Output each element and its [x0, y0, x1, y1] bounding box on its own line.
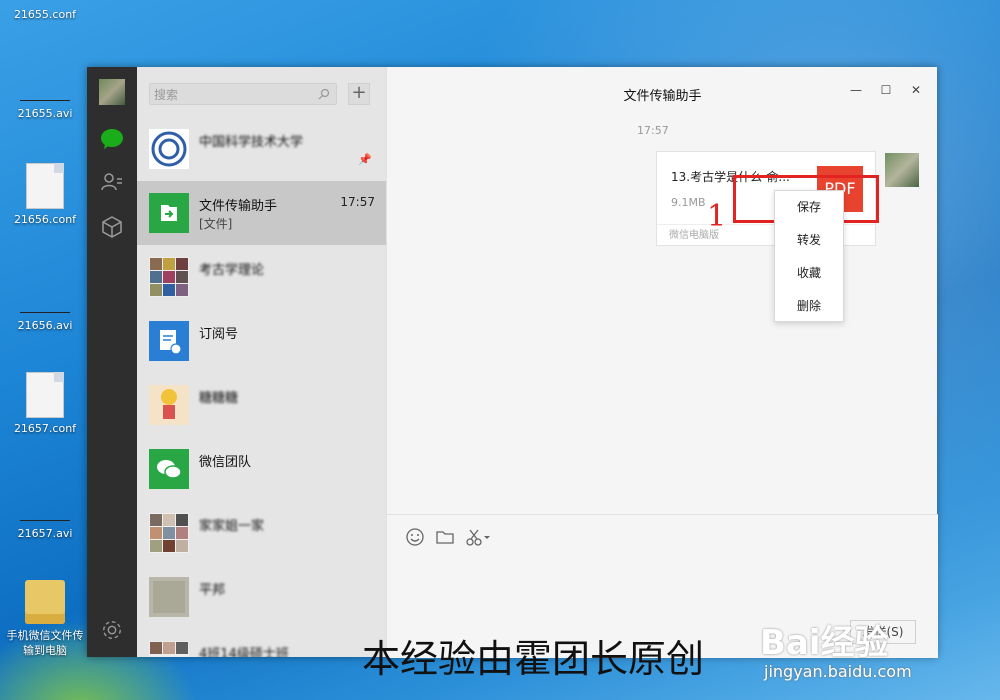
baidu-url: jingyan.baidu.com: [764, 662, 912, 681]
desktop-icon-wechat-folder[interactable]: 手机微信文件传输到电脑: [5, 580, 85, 658]
chat-item-ustc[interactable]: 中国科学技术大学 📌: [137, 117, 386, 181]
add-chat-button[interactable]: +: [348, 83, 370, 105]
chat-name: 家家姐一家: [199, 519, 265, 534]
chat-time: 17:57: [340, 195, 375, 209]
search-placeholder: 搜索: [154, 88, 179, 102]
chat-item-contact-8[interactable]: 平邦: [137, 565, 386, 629]
desktop-icon-21656-conf[interactable]: 21656.conf: [5, 163, 85, 226]
menu-item-forward[interactable]: 转发: [775, 224, 843, 257]
contact-avatar: [149, 577, 189, 617]
favorites-box-icon[interactable]: [100, 215, 124, 239]
wechat-window: 搜索 + 中国科学技术大学 📌 文件传输助手 [文件] 17:57 考古学理论 …: [87, 67, 938, 658]
group-avatar: [149, 641, 189, 657]
baidu-jingyan-logo: Bai经验 jingyan.baidu.com: [760, 615, 1000, 700]
desktop-icon-label: 21656.avi: [17, 319, 73, 332]
annotation-number: 1: [707, 199, 727, 234]
search-icon: [318, 88, 330, 100]
chat-name: 考古学理论: [199, 263, 265, 278]
contacts-icon[interactable]: [100, 170, 124, 194]
minimize-button[interactable]: —: [849, 83, 863, 97]
chat-item-contact-4[interactable]: 糖糖糖: [137, 373, 386, 437]
conversation-pane: 文件传输助手 — ☐ ✕ 17:57 13.考古学是什么-俞... 9.1MB …: [386, 67, 938, 658]
message-timestamp: 17:57: [637, 124, 669, 137]
chat-item-file-transfer[interactable]: 文件传输助手 [文件] 17:57: [137, 181, 386, 245]
video-file-icon: [20, 520, 70, 521]
file-size: 9.1MB: [671, 196, 706, 209]
contact-avatar: [149, 385, 189, 425]
desktop-icon-label: 手机微信文件传输到电脑: [6, 629, 84, 657]
desktop-icon-21655-conf[interactable]: 21655.conf: [5, 8, 85, 21]
settings-gear-icon[interactable]: [101, 619, 123, 641]
emoji-icon[interactable]: [405, 527, 425, 547]
chat-name: 中国科学技术大学: [199, 135, 304, 150]
chat-name: 4班14级硕士班: [199, 647, 289, 657]
group-avatar: [149, 513, 189, 553]
context-menu: 保存 转发 收藏 删除: [774, 190, 844, 322]
desktop-icon-label: 21656.conf: [13, 213, 77, 226]
chat-name: 微信团队: [199, 455, 252, 470]
close-button[interactable]: ✕: [909, 83, 923, 97]
desktop-icon-label: 21655.conf: [13, 8, 77, 21]
desktop-icon-21657-conf[interactable]: 21657.conf: [5, 372, 85, 435]
desktop-icon-label: 21655.avi: [17, 107, 73, 120]
chat-name: 订阅号: [199, 327, 239, 342]
screenshot-scissors-icon[interactable]: [465, 527, 491, 547]
ustc-logo-avatar: [149, 129, 189, 169]
chat-item-class-group[interactable]: 4班14级硕士班: [137, 629, 386, 657]
chat-item-family-group[interactable]: 家家姐一家: [137, 501, 386, 565]
chat-item-archaeology-theory[interactable]: 考古学理论: [137, 245, 386, 309]
chat-icon[interactable]: [100, 127, 124, 151]
document-file-icon: [26, 372, 64, 418]
chat-name: 平邦: [199, 583, 226, 598]
desktop-icon-21656-avi[interactable]: 21656.avi: [5, 312, 85, 332]
desktop-icon-21657-avi[interactable]: 21657.avi: [5, 520, 85, 540]
my-avatar[interactable]: [99, 79, 125, 105]
folder-icon[interactable]: [435, 527, 455, 547]
search-input[interactable]: 搜索: [149, 83, 337, 105]
menu-item-favorite[interactable]: 收藏: [775, 257, 843, 290]
watermark-text: 本经验由霍团长原创: [362, 637, 705, 681]
desktop-icon-label: 21657.conf: [13, 422, 77, 435]
menu-item-delete[interactable]: 删除: [775, 290, 843, 323]
maximize-button[interactable]: ☐: [879, 83, 893, 97]
folder-icon: [25, 580, 65, 624]
chat-name: 糖糖糖: [199, 391, 239, 406]
subscription-avatar: [149, 321, 189, 361]
baidu-logo-text: Bai经验: [760, 623, 889, 663]
group-avatar: [149, 257, 189, 297]
my-message-avatar[interactable]: [885, 153, 919, 187]
document-file-icon: [26, 163, 64, 209]
chat-list-pane: 搜索 + 中国科学技术大学 📌 文件传输助手 [文件] 17:57 考古学理论 …: [137, 67, 386, 657]
sidebar: [87, 67, 137, 657]
chat-last-message: [文件]: [199, 217, 233, 231]
video-file-icon: [20, 100, 70, 101]
desktop-icon-label: 21657.avi: [17, 527, 73, 540]
desktop-icon-21655-avi[interactable]: 21655.avi: [5, 100, 85, 120]
menu-item-save[interactable]: 保存: [775, 191, 843, 224]
pin-icon: 📌: [358, 153, 372, 166]
wechat-team-avatar: [149, 449, 189, 489]
chat-item-wechat-team[interactable]: 微信团队: [137, 437, 386, 501]
video-file-icon: [20, 312, 70, 313]
file-transfer-avatar: [149, 193, 189, 233]
chat-item-subscriptions[interactable]: 订阅号: [137, 309, 386, 373]
chat-name: 文件传输助手: [199, 199, 278, 214]
